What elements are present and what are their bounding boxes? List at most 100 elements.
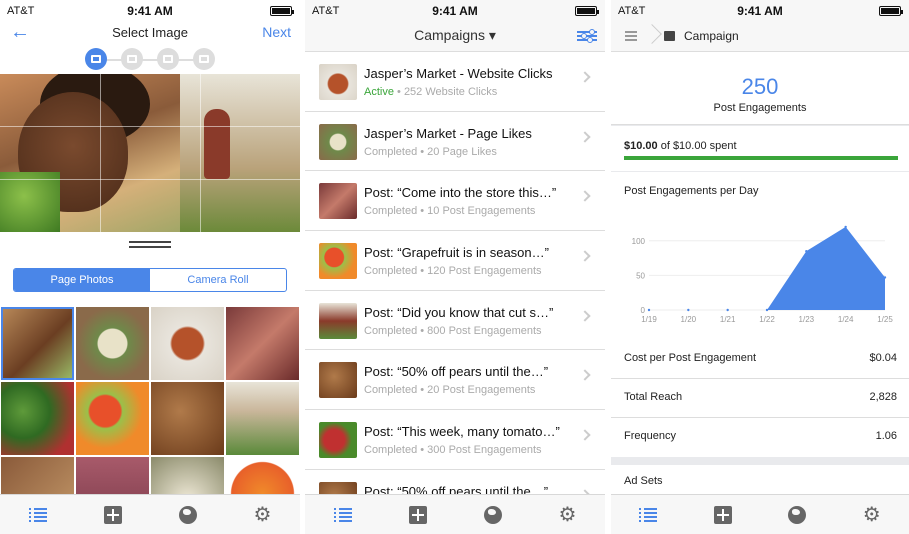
x-tick-label: 1/23 <box>799 315 815 324</box>
y-tick-label: 50 <box>636 271 645 280</box>
campaign-row[interactable]: Jasper’s Market - Page Likes Completed •… <box>305 111 605 172</box>
data-point <box>883 276 887 279</box>
stat-row: Total Reach 2,828 <box>611 379 909 418</box>
select-image-screen: AT&T 9:41 AM ← Select Image Next Page Ph… <box>0 0 300 534</box>
battery-icon <box>879 6 903 16</box>
photo-thumbnail[interactable] <box>76 307 149 380</box>
tab-create[interactable] <box>93 495 133 534</box>
campaign-row[interactable]: Post: “Did you know that cut s…” Complet… <box>305 290 605 351</box>
photo-thumbnail[interactable] <box>76 382 149 455</box>
status-completed: Completed <box>364 324 418 337</box>
status-completed: Completed <box>364 145 418 158</box>
gear-icon: ⚙ <box>253 503 272 526</box>
nav-bar: ← Select Image Next <box>0 22 300 44</box>
status-bar: AT&T 9:41 AM <box>611 0 909 22</box>
x-tick-label: 1/19 <box>641 315 657 324</box>
campaign-row[interactable]: Post: “This week, many tomato…” Complete… <box>305 410 605 470</box>
data-point <box>647 308 651 312</box>
nav-bar: Campaigns ▾ <box>305 22 605 52</box>
tab-campaigns[interactable] <box>323 495 363 534</box>
tab-create[interactable] <box>398 495 438 534</box>
campaign-metric: 252 Website Clicks <box>403 86 498 98</box>
campaign-row[interactable]: Post: “50% off pears until the…” Complet… <box>305 350 605 411</box>
campaign-folder-icon <box>664 31 675 41</box>
tab-settings[interactable]: ⚙ <box>243 495 283 534</box>
status-completed: Completed <box>364 265 418 278</box>
stat-label: Cost per Post Engagement <box>624 352 757 364</box>
campaign-name: Jasper’s Market - Page Likes <box>364 125 532 141</box>
stat-row: Cost per Post Engagement $0.04 <box>611 340 909 379</box>
tab-global[interactable] <box>168 495 208 534</box>
ad-sets-header: Ad Sets <box>624 475 663 487</box>
campaign-status-line: Completed • 120 Post Engagements <box>364 265 542 277</box>
gear-icon: ⚙ <box>862 503 881 526</box>
photo-thumbnail[interactable] <box>226 307 299 380</box>
budget-progress-fill <box>624 156 898 160</box>
photo-thumbnail[interactable] <box>151 382 224 455</box>
budget-text: $10.00 of $10.00 spent <box>624 140 737 152</box>
photo-thumbnail[interactable] <box>1 382 74 455</box>
stat-value: 2,828 <box>869 391 897 403</box>
globe-icon <box>788 505 807 524</box>
data-point <box>726 308 729 312</box>
separator: • <box>417 324 428 337</box>
drag-handle[interactable] <box>0 232 300 260</box>
battery-icon <box>270 6 294 16</box>
campaign-name: Post: “This week, many tomato…” <box>364 424 560 440</box>
campaign-list-icon[interactable] <box>625 31 637 41</box>
tab-settings[interactable]: ⚙ <box>548 495 588 534</box>
photo-thumbnail[interactable] <box>151 307 224 380</box>
list-icon <box>333 507 352 522</box>
tab-settings[interactable]: ⚙ <box>852 495 892 534</box>
tab-campaigns[interactable] <box>628 495 668 534</box>
tab-bar: ⚙ <box>611 494 909 534</box>
page-photos-tab[interactable]: Page Photos <box>14 269 150 291</box>
separator: • <box>393 86 404 98</box>
nav-bar: Campaign <box>611 22 909 52</box>
list-icon <box>639 507 658 522</box>
status-bar: AT&T 9:41 AM <box>0 0 300 22</box>
campaign-thumbnail <box>319 183 357 220</box>
next-button[interactable]: Next <box>262 24 291 40</box>
campaign-row[interactable]: Jasper’s Market - Website Clicks Active … <box>305 52 605 112</box>
globe-icon <box>483 505 502 524</box>
campaign-row[interactable]: Post: “Come into the store this…” Comple… <box>305 171 605 232</box>
filter-icon[interactable] <box>577 29 597 43</box>
campaign-metric: 300 Post Engagements <box>427 444 542 457</box>
breadcrumb-campaign: Campaign <box>684 29 739 43</box>
campaigns-dropdown[interactable]: Campaigns ▾ <box>305 27 605 44</box>
tab-bar: ⚙ <box>305 494 605 534</box>
campaign-metric: 120 Post Engagements <box>427 265 542 278</box>
chevron-right-icon <box>579 71 591 83</box>
step-edit-icon[interactable] <box>121 48 143 70</box>
kpi-value: 250 <box>741 74 779 99</box>
y-tick-label: 100 <box>632 237 646 246</box>
campaign-status-line: Active • 252 Website Clicks <box>364 86 497 98</box>
step-image-icon[interactable] <box>85 48 107 70</box>
tab-create[interactable] <box>703 495 743 534</box>
stat-label: Total Reach <box>624 391 683 403</box>
campaign-row[interactable]: Post: “Grapefruit is in season…” Complet… <box>305 231 605 291</box>
campaign-status-line: Completed • 300 Post Engagements <box>364 444 542 456</box>
tab-global[interactable] <box>473 495 513 534</box>
photo-thumbnail[interactable] <box>1 307 74 380</box>
step-audience-icon[interactable] <box>157 48 179 70</box>
x-tick-label: 1/20 <box>681 315 697 324</box>
kpi-card: 250 Post Engagements <box>611 52 909 125</box>
campaign-metric: 20 Post Engagements <box>427 384 536 397</box>
photo-source-toggle: Page Photos Camera Roll <box>13 268 287 292</box>
tab-campaigns[interactable] <box>18 495 58 534</box>
photo-thumbnail[interactable] <box>226 382 299 455</box>
campaign-status-line: Completed • 10 Post Engagements <box>364 205 535 217</box>
image-preview[interactable] <box>0 74 300 232</box>
step-budget-icon[interactable] <box>193 48 215 70</box>
camera-roll-tab[interactable]: Camera Roll <box>150 269 286 291</box>
data-point <box>687 308 690 312</box>
ad-sets-section[interactable]: Ad Sets <box>611 465 909 495</box>
chevron-right-icon <box>579 250 591 262</box>
stat-value: 1.06 <box>875 430 897 442</box>
tab-global[interactable] <box>777 495 817 534</box>
campaign-thumbnail <box>319 64 357 100</box>
stat-value: $0.04 <box>869 352 897 364</box>
chevron-right-icon <box>579 131 591 143</box>
